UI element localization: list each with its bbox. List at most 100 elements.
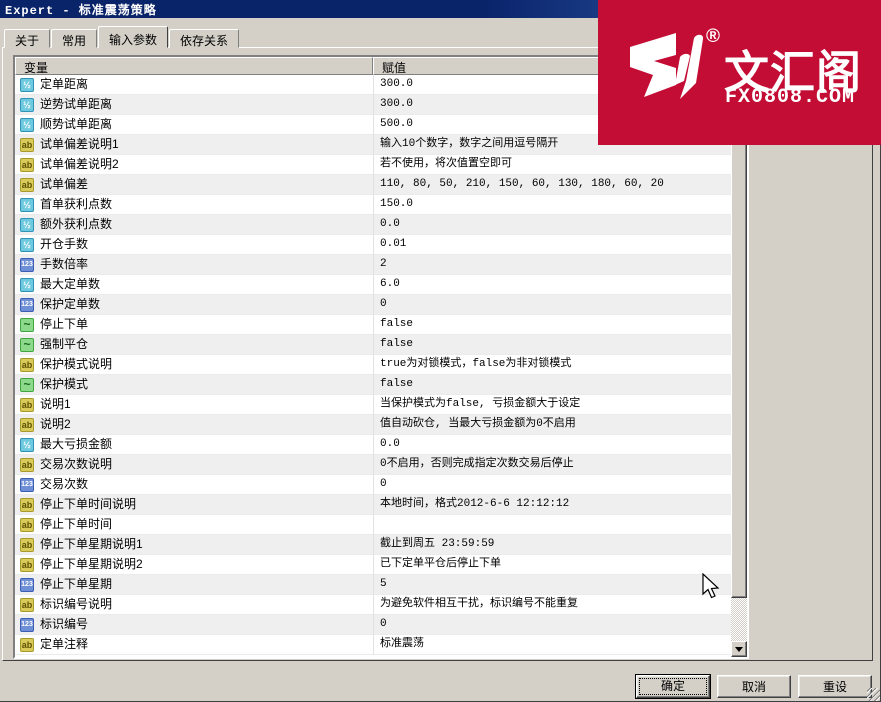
param-value[interactable]: 0 <box>373 615 731 635</box>
table-row[interactable]: 123保护定单数0 <box>15 295 731 315</box>
table-row[interactable]: ~ 停止下单 false <box>15 315 731 335</box>
param-name: 停止下单星期说明2 <box>40 555 143 574</box>
param-name: 停止下单 <box>40 315 88 334</box>
resize-grip-icon[interactable] <box>867 688 880 701</box>
param-value[interactable]: 已下定单平仓后停止下单 <box>373 555 731 575</box>
param-value[interactable]: 0.0 <box>373 435 731 455</box>
table-row[interactable]: ab停止下单星期说明1截止到周五 23:59:59 <box>15 535 731 555</box>
param-value[interactable]: 6.0 <box>373 275 731 295</box>
expert-properties-dialog: Expert - 标准震荡策略 关于 常用 输入参数 依存关系 变量 赋值 ½定… <box>0 0 881 702</box>
param-value[interactable]: false <box>373 375 731 395</box>
table-row[interactable]: ab定单注释标准震荡 <box>15 635 731 655</box>
param-name: 停止下单时间说明 <box>40 495 136 514</box>
table-row[interactable]: ab说明1当保护模式为false, 亏损金额大于设定 <box>15 395 731 415</box>
boolean-type-icon: ~ <box>20 338 34 352</box>
param-value[interactable]: 0.01 <box>373 235 731 255</box>
param-name: 手数倍率 <box>40 255 88 274</box>
param-value[interactable]: 若不使用，将次值置空即可 <box>373 155 731 175</box>
param-value[interactable]: 0不启用，否则完成指定次数交易后停止 <box>373 455 731 475</box>
param-name: 定单距离 <box>40 75 88 94</box>
table-row[interactable]: 123停止下单星期5 <box>15 575 731 595</box>
scroll-down-button[interactable] <box>731 641 747 657</box>
param-value[interactable]: 为避免软件相互干扰，标识编号不能重复 <box>373 595 731 615</box>
tab-about[interactable]: 关于 <box>4 29 50 48</box>
watermark-overlay: ® 文汇阁 FX0808.COM <box>598 0 881 145</box>
string-type-icon: ab <box>20 638 34 652</box>
table-row[interactable]: ab 试单偏差说明2 若不使用，将次值置空即可 <box>15 155 731 175</box>
param-name: 最大定单数 <box>40 275 100 294</box>
table-row[interactable]: ½最大亏损金额0.0 <box>15 435 731 455</box>
param-name: 保护模式 <box>40 375 88 394</box>
vertical-scrollbar[interactable] <box>731 57 747 657</box>
table-row[interactable]: ½首单获利点数150.0 <box>15 195 731 215</box>
brand-logo-icon <box>628 31 704 103</box>
table-row[interactable]: ~强制平仓false <box>15 335 731 355</box>
param-name: 交易次数说明 <box>40 455 112 474</box>
table-row[interactable]: ab保护模式说明true为对锁模式，false为非对锁模式 <box>15 355 731 375</box>
boolean-type-icon: ~ <box>20 378 34 392</box>
param-value[interactable]: 0 <box>373 475 731 495</box>
param-name: 停止下单星期说明1 <box>40 535 143 554</box>
param-table-body: ½定单距离300.0½逆势试单距离300.0½顺势试单距离500.0ab试单偏差… <box>15 75 731 657</box>
param-value[interactable]: 值自动砍仓, 当最大亏损金额为0不启用 <box>373 415 731 435</box>
number-type-icon: ½ <box>20 118 34 132</box>
table-row[interactable]: ab停止下单时间 <box>15 515 731 535</box>
tab-common[interactable]: 常用 <box>51 29 97 48</box>
param-name: 试单偏差 <box>40 175 88 194</box>
param-name: 逆势试单距离 <box>40 95 112 114</box>
table-row[interactable]: 123交易次数0 <box>15 475 731 495</box>
integer-type-icon: 123 <box>20 258 34 272</box>
param-value[interactable]: 0.0 <box>373 215 731 235</box>
param-value[interactable] <box>373 515 731 535</box>
table-row[interactable]: ~ 保护模式 false <box>15 375 731 395</box>
param-value[interactable]: true为对锁模式，false为非对锁模式 <box>373 355 731 375</box>
cancel-button[interactable]: 取消 <box>717 675 791 698</box>
tab-dependencies[interactable]: 依存关系 <box>169 29 239 48</box>
param-value[interactable]: 2 <box>373 255 731 275</box>
param-name: 试单偏差说明1 <box>40 135 119 154</box>
registered-mark: ® <box>706 26 720 48</box>
table-row[interactable]: ½额外获利点数0.0 <box>15 215 731 235</box>
param-value[interactable]: false <box>373 335 731 355</box>
table-row[interactable]: ½开仓手数0.01 <box>15 235 731 255</box>
table-row[interactable]: ab 交易次数说明 0不启用，否则完成指定次数交易后停止 <box>15 455 731 475</box>
table-row[interactable]: ab标识编号说明为避免软件相互干扰，标识编号不能重复 <box>15 595 731 615</box>
param-name: 额外获利点数 <box>40 215 112 234</box>
string-type-icon: ab <box>20 358 34 372</box>
param-value[interactable]: 截止到周五 23:59:59 <box>373 535 731 555</box>
param-name: 交易次数 <box>40 475 88 494</box>
param-value[interactable]: 0 <box>373 295 731 315</box>
string-type-icon: ab <box>20 178 34 192</box>
param-value[interactable]: 110, 80, 50, 210, 150, 60, 130, 180, 60,… <box>373 175 731 195</box>
table-row[interactable]: ½最大定单数6.0 <box>15 275 731 295</box>
param-name: 标识编号 <box>40 615 88 634</box>
column-header-variable[interactable]: 变量 <box>15 57 373 75</box>
param-value[interactable]: 5 <box>373 575 731 595</box>
parameters-panel: 变量 赋值 ½定单距离300.0½逆势试单距离300.0½顺势试单距离500.0… <box>13 55 749 659</box>
tab-inputs[interactable]: 输入参数 <box>98 26 168 48</box>
table-row[interactable]: ab说明2值自动砍仓, 当最大亏损金额为0不启用 <box>15 415 731 435</box>
param-value[interactable]: 当保护模式为false, 亏损金额大于设定 <box>373 395 731 415</box>
string-type-icon: ab <box>20 458 34 472</box>
param-value[interactable]: 标准震荡 <box>373 635 731 655</box>
ok-button[interactable]: 确定 <box>636 675 710 698</box>
table-row[interactable]: ab停止下单时间说明本地时间，格式2012-6-6 12:12:12 <box>15 495 731 515</box>
brand-domain: FX0808.COM <box>725 86 855 109</box>
boolean-type-icon: ~ <box>20 318 34 332</box>
string-type-icon: ab <box>20 138 34 152</box>
table-row[interactable]: 123标识编号0 <box>15 615 731 635</box>
param-name: 试单偏差说明2 <box>40 155 119 174</box>
param-value[interactable]: 本地时间，格式2012-6-6 12:12:12 <box>373 495 731 515</box>
param-value[interactable]: false <box>373 315 731 335</box>
param-name: 说明1 <box>40 395 71 414</box>
table-row[interactable]: ab 试单偏差 110, 80, 50, 210, 150, 60, 130, 18… <box>15 175 731 195</box>
integer-type-icon: 123 <box>20 298 34 312</box>
number-type-icon: ½ <box>20 98 34 112</box>
string-type-icon: ab <box>20 158 34 172</box>
number-type-icon: ½ <box>20 198 34 212</box>
reset-button[interactable]: 重设 <box>798 675 872 698</box>
table-row[interactable]: ab停止下单星期说明2已下定单平仓后停止下单 <box>15 555 731 575</box>
param-value[interactable]: 150.0 <box>373 195 731 215</box>
window-title: Expert - 标准震荡策略 <box>5 1 157 18</box>
table-row[interactable]: 123 手数倍率 2 <box>15 255 731 275</box>
